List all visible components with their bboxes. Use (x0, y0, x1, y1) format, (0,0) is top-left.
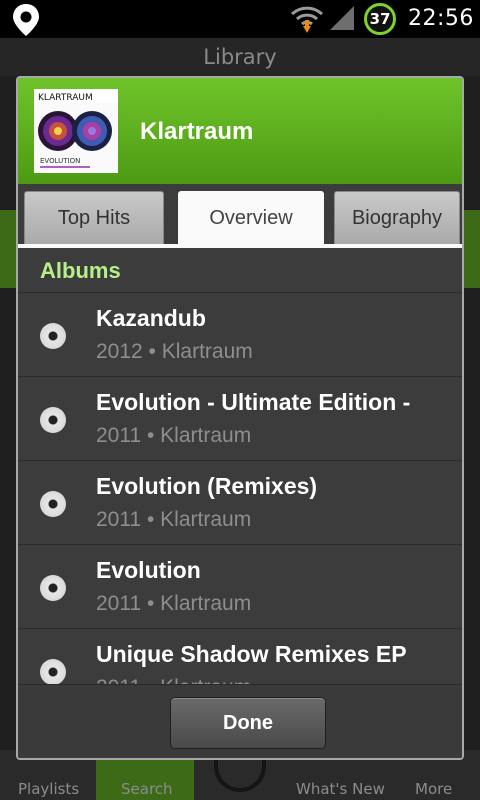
album-subtitle: 2011 • Klartraum (96, 424, 252, 447)
radio-button-icon[interactable] (40, 659, 66, 684)
battery-indicator: 37 (364, 3, 396, 35)
album-list: Kazandub 2012 • Klartraum Evolution - Ul… (18, 292, 462, 684)
status-bar: 37 22:56 (0, 0, 480, 38)
tab-playlists: Playlists (18, 780, 80, 798)
radio-button-icon[interactable] (40, 491, 66, 517)
album-title: Evolution - Ultimate Edition - (96, 389, 411, 415)
artist-name: Klartraum (140, 118, 254, 145)
svg-text:KLARTRAUM: KLARTRAUM (38, 93, 93, 103)
tab-biography[interactable]: Biography (334, 191, 460, 246)
album-subtitle: 2012 • Klartraum (96, 340, 253, 363)
dialog-header: KLARTRAUM EVOLUTION Klartraum (18, 78, 462, 184)
clock: 22:56 (408, 6, 474, 31)
album-title: Evolution (96, 557, 201, 583)
background-title: Library (0, 38, 480, 76)
wifi-icon (290, 6, 324, 33)
dialog-tabs: Top Hits Overview Biography (18, 184, 462, 246)
tab-underline (18, 244, 462, 248)
album-row[interactable]: Kazandub 2012 • Klartraum (18, 292, 462, 376)
album-cover-art: KLARTRAUM EVOLUTION (34, 89, 118, 173)
radio-button-icon[interactable] (40, 407, 66, 433)
tab-overview[interactable]: Overview (178, 191, 324, 246)
album-row[interactable]: Unique Shadow Remixes EP 2011 • Klartrau… (18, 628, 462, 684)
location-pin-icon (13, 4, 39, 36)
done-button[interactable]: Done (170, 697, 326, 749)
radio-button-icon[interactable] (40, 575, 66, 601)
album-subtitle: 2011 • Klartraum (96, 676, 251, 684)
album-title: Unique Shadow Remixes EP (96, 641, 407, 667)
tab-search: Search (121, 780, 173, 798)
signal-icon (330, 6, 354, 30)
album-title: Evolution (Remixes) (96, 473, 318, 499)
album-row[interactable]: Evolution (Remixes) 2011 • Klartraum (18, 460, 462, 544)
radio-button-icon[interactable] (40, 323, 66, 349)
tab-whats-new: What's New (296, 780, 385, 798)
album-title: Kazandub (96, 305, 206, 331)
cover-art-image: KLARTRAUM EVOLUTION (34, 89, 118, 173)
section-label-albums: Albums (40, 258, 121, 283)
album-row[interactable]: Evolution 2011 • Klartraum (18, 544, 462, 628)
album-subtitle: 2011 • Klartraum (96, 508, 252, 531)
tab-top-hits[interactable]: Top Hits (24, 191, 164, 246)
album-subtitle: 2011 • Klartraum (96, 592, 252, 615)
album-row[interactable]: Evolution - Ultimate Edition - 2011 • Kl… (18, 376, 462, 460)
svg-text:EVOLUTION: EVOLUTION (40, 157, 80, 165)
tab-more: More (415, 780, 453, 798)
dialog-footer: Done (18, 684, 462, 758)
artist-dialog: KLARTRAUM EVOLUTION Klartraum Top Hits O… (16, 76, 464, 760)
